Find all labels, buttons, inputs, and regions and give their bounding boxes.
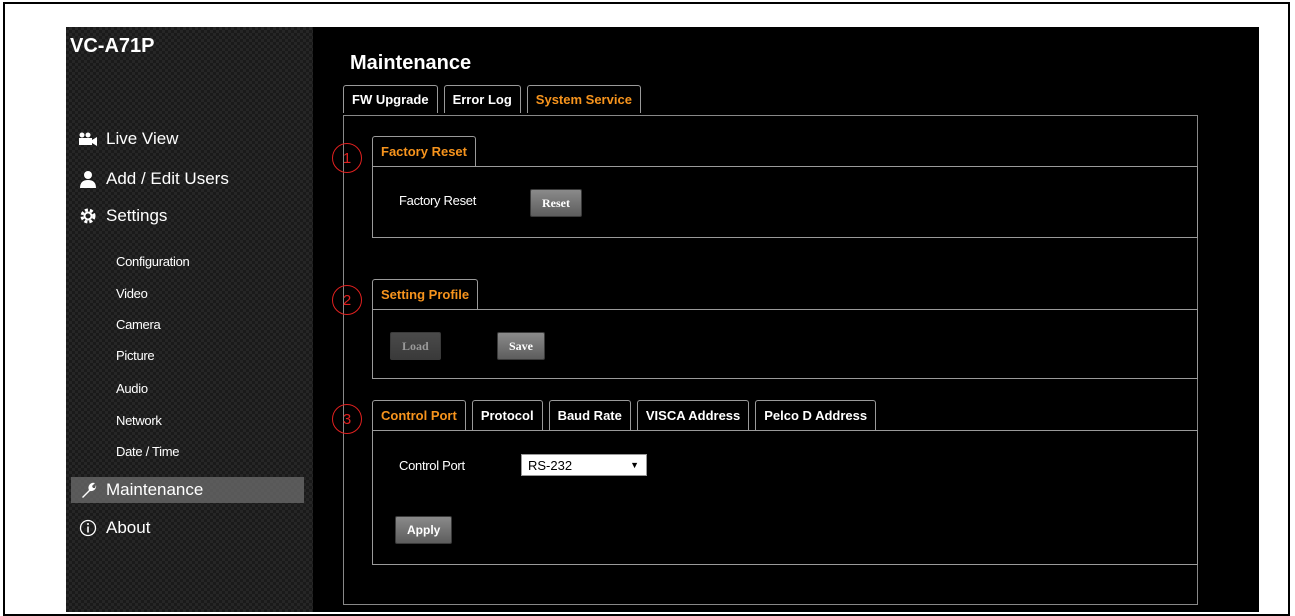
control-port-section: Control Port RS-232 ▼ Apply	[372, 430, 1198, 565]
nav-item-label: About	[106, 518, 151, 537]
nav-item-about[interactable]: About	[66, 515, 304, 541]
nav-item-label: Maintenance	[106, 480, 204, 499]
subnav-item-picture[interactable]: Picture	[116, 348, 155, 363]
apply-button[interactable]: Apply	[395, 516, 453, 544]
annotation-marker-2: 2	[332, 285, 362, 315]
user-icon	[77, 168, 99, 190]
sidebar: VC-A71P Live View Add / Edit Users Setti…	[66, 27, 313, 612]
save-button[interactable]: Save	[497, 332, 545, 360]
load-button[interactable]: Load	[390, 332, 441, 360]
nav-item-add-edit-users[interactable]: Add / Edit Users	[66, 166, 304, 192]
chevron-down-icon: ▼	[630, 460, 639, 470]
nav-item-label: Add / Edit Users	[106, 169, 229, 188]
setting-profile-tabs: Setting Profile	[372, 279, 484, 309]
tab-control-port[interactable]: Control Port	[372, 400, 466, 430]
annotation-marker-1: 1	[332, 143, 362, 173]
subnav-item-audio[interactable]: Audio	[116, 381, 148, 396]
nav-item-maintenance[interactable]: Maintenance	[71, 477, 304, 503]
control-port-select[interactable]: RS-232 ▼	[521, 454, 647, 476]
tab-pelco-d-address[interactable]: Pelco D Address	[755, 400, 877, 430]
setting-profile-section: Load Save	[372, 309, 1198, 379]
tab-baud-rate[interactable]: Baud Rate	[548, 400, 631, 430]
nav-item-label: Live View	[106, 129, 179, 148]
nav-item-label: Settings	[106, 206, 168, 225]
subnav-item-video[interactable]: Video	[116, 286, 148, 301]
wrench-icon	[77, 479, 99, 501]
maintenance-tabs: FW Upgrade Error Log System Service	[343, 85, 647, 113]
brand-title: VC-A71P	[70, 35, 155, 57]
subnav-item-camera[interactable]: Camera	[116, 317, 161, 332]
factory-reset-section: Factory Reset Reset	[372, 166, 1198, 238]
subnav-item-date-time[interactable]: Date / Time	[116, 444, 179, 459]
subnav-item-configuration[interactable]: Configuration	[116, 254, 190, 269]
tab-visca-address[interactable]: VISCA Address	[636, 400, 750, 430]
control-port-label: Control Port	[399, 458, 465, 473]
main-panel: Maintenance FW Upgrade Error Log System …	[313, 27, 1259, 612]
tab-error-log[interactable]: Error Log	[443, 85, 521, 113]
camera-icon	[77, 128, 99, 150]
tab-protocol[interactable]: Protocol	[471, 400, 543, 430]
tab-system-service[interactable]: System Service	[526, 85, 641, 113]
nav-item-settings[interactable]: Settings	[66, 203, 304, 229]
gear-icon	[77, 205, 99, 227]
factory-reset-label: Factory Reset	[399, 193, 477, 208]
page-title: Maintenance	[350, 52, 472, 74]
control-tabs: Control Port Protocol Baud Rate VISCA Ad…	[372, 400, 882, 430]
annotation-marker-3: 3	[332, 404, 362, 434]
nav-item-live-view[interactable]: Live View	[66, 126, 304, 152]
factory-reset-tabs: Factory Reset	[372, 136, 482, 166]
tab-fw-upgrade[interactable]: FW Upgrade	[343, 85, 438, 113]
reset-button[interactable]: Reset	[530, 189, 582, 217]
control-port-value: RS-232	[528, 457, 573, 473]
tab-factory-reset[interactable]: Factory Reset	[372, 136, 476, 166]
subnav-item-network[interactable]: Network	[116, 413, 162, 428]
tab-setting-profile[interactable]: Setting Profile	[372, 279, 479, 309]
app-window: VC-A71P Live View Add / Edit Users Setti…	[66, 27, 1259, 612]
info-icon	[77, 517, 99, 539]
